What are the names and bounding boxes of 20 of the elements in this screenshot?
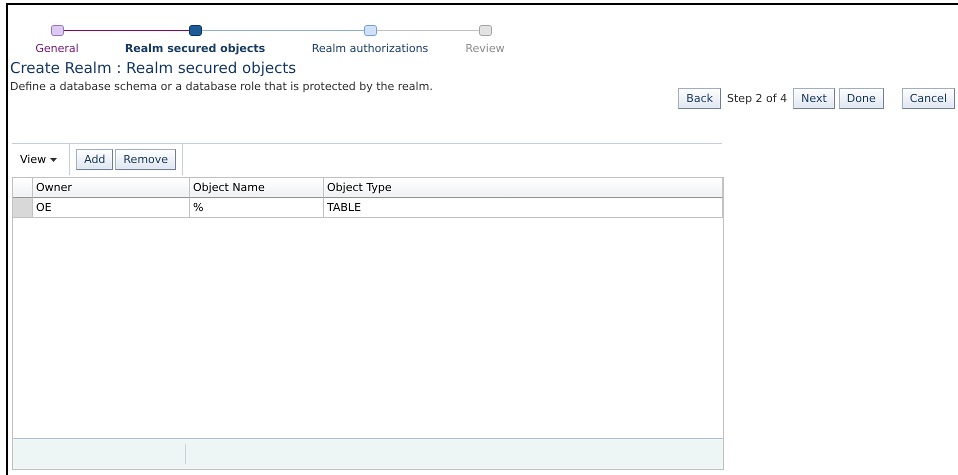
table-cell: TABLE [324, 198, 723, 218]
table-cell: % [190, 198, 324, 218]
column-header[interactable]: Object Name [190, 178, 324, 198]
remove-button[interactable]: Remove [115, 149, 176, 170]
table-cell: OE [33, 198, 190, 218]
page-description: Define a database schema or a database role that is protected by the realm. [10, 80, 433, 93]
column-header[interactable]: Object Type [324, 178, 723, 198]
step-indicator: Step 2 of 4 [726, 92, 788, 105]
back-button[interactable]: Back [678, 88, 721, 109]
step-marker[interactable] [50, 25, 64, 36]
done-button[interactable]: Done [838, 88, 884, 109]
dropdown-caret-icon [50, 158, 58, 162]
cancel-button[interactable]: Cancel [902, 88, 955, 109]
page-title: Create Realm : Realm secured objects [10, 59, 298, 77]
view-menu[interactable]: View [12, 144, 70, 175]
add-button[interactable]: Add [76, 149, 114, 170]
column-header[interactable]: Owner [33, 178, 190, 198]
step-marker[interactable] [188, 25, 202, 36]
step-marker[interactable] [364, 25, 376, 36]
next-button[interactable]: Next [793, 88, 835, 109]
